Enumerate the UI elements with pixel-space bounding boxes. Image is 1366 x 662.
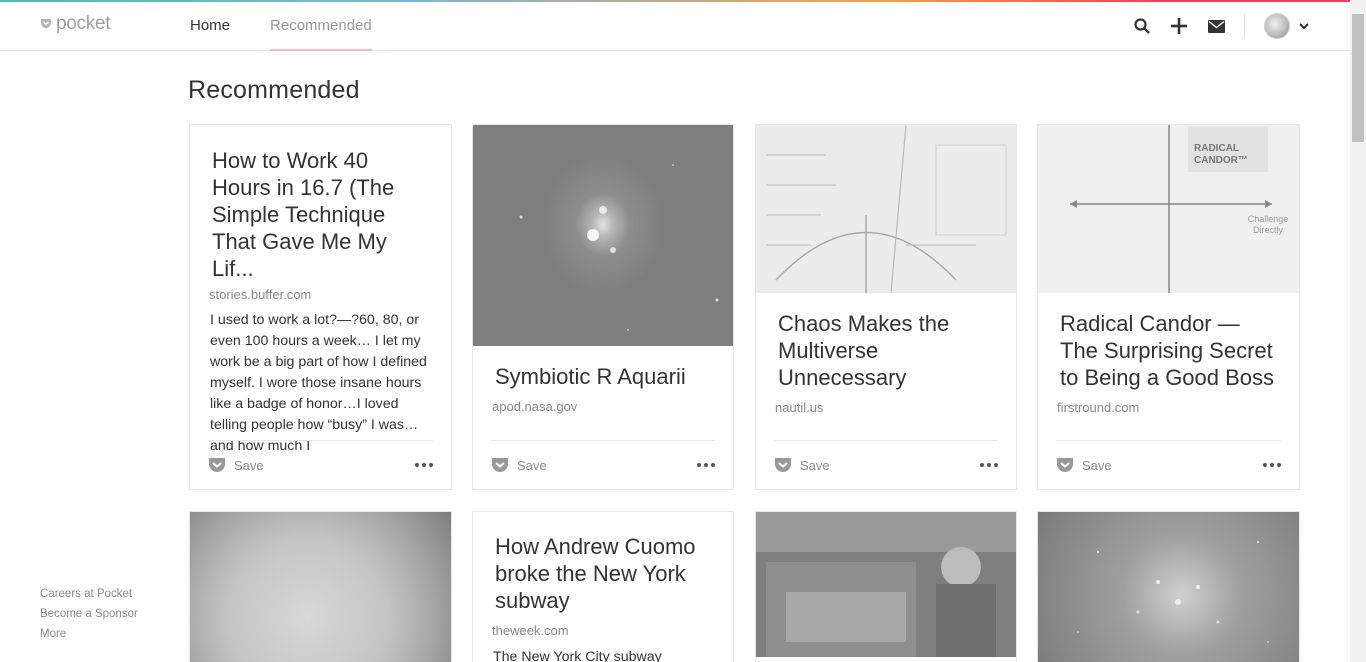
tab-recommended[interactable]: Recommended xyxy=(270,2,372,51)
more-icon[interactable] xyxy=(980,459,998,471)
pocket-logo-icon xyxy=(41,19,51,28)
article-card[interactable]: Symbiotic R Aquarii apod.nasa.gov Save xyxy=(472,124,734,490)
article-card[interactable] xyxy=(189,511,452,662)
save-button[interactable]: Save xyxy=(774,457,830,473)
article-card[interactable]: RADICAL CANDOR™ Challenge Directly Radic… xyxy=(1037,124,1300,490)
inbox-button[interactable] xyxy=(1206,16,1226,36)
article-card[interactable]: Chaos Makes the Multiverse Unnecessary n… xyxy=(755,124,1017,490)
candor-label: RADICAL CANDOR™ xyxy=(1188,127,1268,172)
scrollbar-thumb[interactable] xyxy=(1352,14,1364,142)
save-icon xyxy=(492,458,508,472)
footer-links: Careers at Pocket Become a Sponsor More xyxy=(40,584,138,644)
footer-link-careers[interactable]: Careers at Pocket xyxy=(40,584,138,604)
footer-link-sponsor[interactable]: Become a Sponsor xyxy=(40,604,138,624)
tab-home[interactable]: Home xyxy=(190,2,230,50)
save-icon xyxy=(775,458,791,472)
pocket-logo[interactable]: pocket xyxy=(40,12,110,36)
save-label: Save xyxy=(517,457,547,473)
article-image[interactable] xyxy=(756,125,1016,293)
article-card[interactable] xyxy=(1037,511,1300,662)
grocery-photo-graphic xyxy=(756,512,1016,657)
save-button[interactable]: Save xyxy=(491,457,547,473)
chevron-down-icon[interactable] xyxy=(1298,20,1310,32)
header-divider xyxy=(1244,14,1245,38)
card-actions: Save xyxy=(491,440,715,489)
article-card[interactable]: How to Work 40 Hours in 16.7 (The Simple… xyxy=(189,124,452,490)
article-title[interactable]: Chaos Makes the Multiverse Unnecessary xyxy=(756,310,1016,391)
article-image[interactable]: RADICAL CANDOR™ Challenge Directly xyxy=(1038,125,1299,293)
logo-text: pocket xyxy=(56,13,111,34)
more-icon[interactable] xyxy=(697,459,715,471)
article-card[interactable] xyxy=(755,511,1017,662)
article-image[interactable] xyxy=(190,512,451,662)
article-image[interactable] xyxy=(1038,512,1299,662)
article-image[interactable] xyxy=(756,512,1016,657)
save-label: Save xyxy=(800,457,830,473)
article-title[interactable]: How to Work 40 Hours in 16.7 (The Simple… xyxy=(190,147,451,282)
save-button[interactable]: Save xyxy=(1056,457,1112,473)
article-title[interactable]: Radical Candor — The Surprising Secret t… xyxy=(1038,310,1299,391)
article-image[interactable] xyxy=(473,125,733,346)
add-button[interactable] xyxy=(1169,16,1189,36)
math-chalkboard-graphic xyxy=(756,125,1016,293)
page-scrollbar[interactable] xyxy=(1350,0,1366,662)
search-icon xyxy=(1134,18,1150,34)
nebula-graphic xyxy=(519,164,719,331)
save-icon xyxy=(1057,458,1073,472)
star-cluster-graphic xyxy=(1077,540,1269,643)
article-domain: nautil.us xyxy=(775,400,824,415)
article-title[interactable]: Symbiotic R Aquarii xyxy=(473,363,733,390)
article-excerpt: I used to work a lot?—?60, 80, or even 1… xyxy=(210,312,427,454)
save-label: Save xyxy=(234,457,264,473)
main-nav: Home Recommended xyxy=(190,2,412,51)
article-excerpt: The New York City subway xyxy=(493,649,662,662)
more-icon[interactable] xyxy=(1263,459,1281,471)
article-domain: firstround.com xyxy=(1057,400,1140,415)
article-domain: apod.nasa.gov xyxy=(492,399,578,414)
more-icon[interactable] xyxy=(415,459,433,471)
card-actions: Save xyxy=(774,440,998,489)
article-domain: theweek.com xyxy=(492,623,569,638)
article-card[interactable]: How Andrew Cuomo broke the New York subw… xyxy=(472,511,734,662)
article-domain: stories.buffer.com xyxy=(209,287,312,302)
mail-icon xyxy=(1207,19,1225,33)
save-button[interactable]: Save xyxy=(208,457,264,473)
save-icon xyxy=(209,458,225,472)
footer-link-more[interactable]: More xyxy=(40,624,138,644)
avatar[interactable] xyxy=(1264,13,1290,39)
save-label: Save xyxy=(1082,457,1112,473)
plus-icon xyxy=(1171,18,1187,34)
card-actions: Save xyxy=(1056,440,1281,489)
card-actions: Save xyxy=(208,440,433,489)
search-button[interactable] xyxy=(1132,16,1152,36)
candor-axis-label: Challenge Directly xyxy=(1247,214,1289,235)
article-title[interactable]: How Andrew Cuomo broke the New York subw… xyxy=(473,533,733,614)
header-actions xyxy=(1115,2,1310,50)
top-header: pocket Home Recommended xyxy=(0,2,1350,51)
page-title: Recommended xyxy=(188,76,360,104)
